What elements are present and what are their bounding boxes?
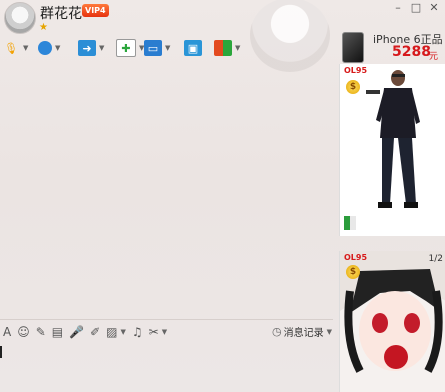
ad-page-indicator: 1/2 <box>428 254 443 264</box>
phone-icon[interactable] <box>342 32 364 63</box>
folder-icon: ➜ <box>78 40 96 56</box>
message-history-button[interactable]: ◷ 消息记录 ▼ <box>272 324 332 339</box>
emoji-icon[interactable]: ☺ <box>17 325 30 339</box>
clock-icon: ◷ <box>272 325 282 338</box>
toolbar-share-screen-button[interactable]: ▣ <box>184 38 202 58</box>
soldier-illustration <box>366 70 420 208</box>
maximize-button[interactable]: □ <box>410 2 422 14</box>
monitor-icon: ▭ <box>144 40 162 56</box>
scissors-icon[interactable]: ✂ <box>149 325 159 339</box>
minimize-button[interactable]: – <box>392 2 404 14</box>
ad-price-unit: 元 <box>429 52 439 62</box>
toolbar-camera-button[interactable]: ▼ <box>38 38 60 58</box>
share-screen-icon: ▣ <box>184 40 202 56</box>
message-history-label: 消息记录 <box>283 328 324 339</box>
toolbar-chat-add-button[interactable]: ✚ ▼ <box>116 38 144 58</box>
coin-icon: $ <box>346 265 360 279</box>
apps-icon <box>214 40 232 56</box>
star-icon: ★ <box>39 22 48 33</box>
toolbar-mic-button[interactable]: 🎙 ▼ <box>2 38 28 58</box>
mic-icon: 🎙 <box>4 41 18 55</box>
video-icon[interactable]: ▤ <box>52 325 63 339</box>
game-logo: OL95 <box>344 253 368 262</box>
image-icon[interactable]: ▨ <box>106 325 117 339</box>
toolbar-apps-button[interactable]: ▼ <box>214 38 240 58</box>
avatar[interactable] <box>4 2 36 34</box>
input-divider <box>0 319 333 320</box>
chat-add-icon: ✚ <box>116 39 136 57</box>
edit-icon[interactable]: ✐ <box>90 325 100 339</box>
close-button[interactable]: ✕ <box>428 2 440 14</box>
message-input[interactable] <box>0 342 333 392</box>
decorative-background <box>250 0 330 72</box>
chat-window: 群花花 VIP4 ★ – □ ✕ 🎙 ▼ ▼ ➜ ▼ ✚ ▼ ▭ ▼ ▣ ▼ iPhon… <box>0 0 445 392</box>
badge-icon <box>344 216 356 230</box>
camera-icon <box>38 41 52 55</box>
contact-name: 群花花 <box>40 6 82 22</box>
toolbar-file-button[interactable]: ➜ ▼ <box>78 38 104 58</box>
ad-panel-character[interactable]: OL95 $ <box>339 64 445 236</box>
magic-icon[interactable]: ✎ <box>36 325 46 339</box>
font-icon[interactable]: A <box>3 325 11 339</box>
music-icon[interactable]: ♫ <box>132 325 143 339</box>
vip-badge: VIP4 <box>82 4 109 17</box>
voice-icon[interactable]: 🎤 <box>69 325 84 339</box>
toolbar-remote-button[interactable]: ▭ ▼ <box>144 38 170 58</box>
ad-price[interactable]: 5288 <box>392 44 431 60</box>
ad-panel-anime[interactable]: OL95 $ 1/2 <box>339 251 445 392</box>
